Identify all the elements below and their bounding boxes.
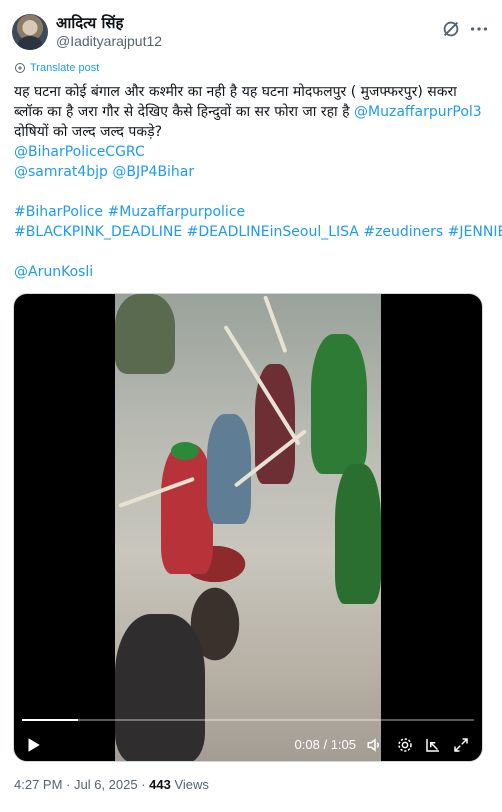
views-count: 443 xyxy=(149,777,171,792)
tweet-line-3: दोषियों को जल्द जल्द पकड़े? xyxy=(14,124,163,140)
views-label: Views xyxy=(170,777,209,792)
tweet-line-4: @BiharPoliceCGRC xyxy=(14,142,490,162)
video-stick xyxy=(263,295,288,354)
hashtag-blackpink-deadline[interactable]: #BLACKPINK_DEADLINE xyxy=(14,224,182,240)
hashtag-biharpolice[interactable]: #BiharPolice xyxy=(14,204,103,220)
tweet-text: यह घटना कोई बंगाल और कश्मीर का नही है यह… xyxy=(14,82,502,282)
post-time[interactable]: 4:27 PM xyxy=(14,777,62,792)
tweet-blank-line-2 xyxy=(14,242,490,262)
video-figure xyxy=(115,614,205,761)
play-icon[interactable] xyxy=(24,736,42,754)
video-progress-bar[interactable] xyxy=(22,719,474,721)
video-frame[interactable] xyxy=(115,294,381,761)
post-header: आदित्य सिंह @Iadityarajput12 xyxy=(12,12,490,52)
author-handle[interactable]: @Iadityarajput12 xyxy=(56,32,162,50)
mention-muzaffarpurpol3[interactable]: @MuzaffarpurPol3 xyxy=(354,104,482,120)
tweet-blank-line-1 xyxy=(14,182,490,202)
video-progress-fill xyxy=(22,719,78,721)
tweet-line-6: #BiharPolice #Muzaffarpurpolice xyxy=(14,202,490,222)
avatar[interactable] xyxy=(12,14,48,50)
video-figure xyxy=(171,442,199,460)
video-duration: 1:05 xyxy=(330,737,356,752)
tweet-line-7: #BLACKPINK_DEADLINE #DEADLINEinSeoul_LIS… xyxy=(14,222,502,242)
grok-icon[interactable] xyxy=(440,18,462,40)
settings-icon[interactable] xyxy=(396,736,414,754)
translate-icon xyxy=(15,63,25,73)
author-display-name[interactable]: आदित्य सिंह xyxy=(56,14,162,32)
meta-dot-2: · xyxy=(137,777,150,792)
mention-biharpolicecgrc[interactable]: @BiharPoliceCGRC xyxy=(14,144,145,160)
video-time-separator: / xyxy=(319,737,331,752)
tweet-line-2: ब्लॉक का है जरा गौर से देखिए कैसे हिन्दु… xyxy=(14,102,490,122)
video-figure xyxy=(115,294,175,374)
mention-samrat4bjp[interactable]: @samrat4bjp xyxy=(14,164,108,180)
video-player[interactable]: 0:08 / 1:05 xyxy=(13,293,483,762)
picture-in-picture-icon[interactable] xyxy=(424,736,442,754)
hashtag-jennie[interactable]: #JENNIE xyxy=(448,224,502,240)
more-icon[interactable] xyxy=(468,18,490,40)
tweet-line-2-text: ब्लॉक का है जरा गौर से देखिए कैसे हिन्दु… xyxy=(14,104,355,120)
author-names: आदित्य सिंह @Iadityarajput12 xyxy=(56,14,162,50)
mention-bjp4bihar[interactable]: @BJP4Bihar xyxy=(112,164,194,180)
hashtag-deadlineinseoul-lisa[interactable]: #DEADLINEinSeoul_LISA xyxy=(187,224,359,240)
post-meta: 4:27 PM · Jul 6, 2025 · 443 Views xyxy=(14,777,209,792)
tweet-line-8: @ArunKosli xyxy=(14,262,490,282)
volume-icon[interactable] xyxy=(366,736,384,754)
tweet-line-1: यह घटना कोई बंगाल और कश्मीर का नही है यह… xyxy=(14,84,457,100)
tweet-line-5: @samrat4bjp @BJP4Bihar xyxy=(14,162,490,182)
video-figure xyxy=(311,334,367,474)
hashtag-muzaffarpurpolice[interactable]: #Muzaffarpurpolice xyxy=(107,204,245,220)
translate-label[interactable]: Translate post xyxy=(30,62,99,74)
hashtag-zeudiners[interactable]: #zeudiners xyxy=(363,224,443,240)
video-figure xyxy=(207,414,251,524)
video-figure xyxy=(161,444,213,574)
meta-dot: · xyxy=(62,777,74,792)
mention-arunkosli[interactable]: @ArunKosli xyxy=(14,264,93,280)
video-time: 0:08 / 1:05 xyxy=(295,737,356,752)
post-date[interactable]: Jul 6, 2025 xyxy=(74,777,138,792)
video-current-time: 0:08 xyxy=(294,737,320,752)
fullscreen-icon[interactable] xyxy=(452,736,470,754)
video-figure xyxy=(335,464,381,604)
translate-post-link[interactable]: Translate post xyxy=(14,62,99,74)
